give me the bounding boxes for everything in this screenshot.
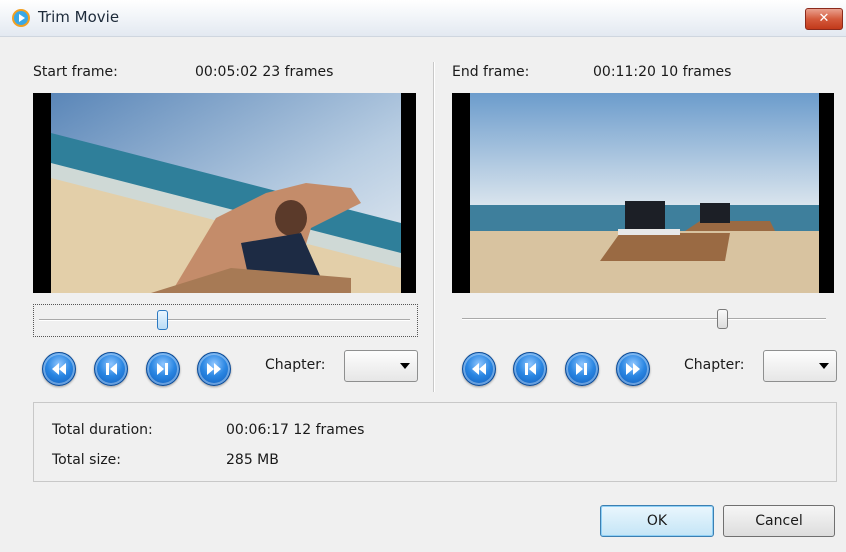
total-size-label: Total size:: [52, 452, 122, 468]
previous-frame-icon: [525, 363, 536, 375]
start-previous-frame-button[interactable]: [94, 352, 128, 386]
end-next-chapter-button[interactable]: [616, 352, 650, 386]
chevron-down-icon: [400, 363, 410, 369]
previous-chapter-icon: [52, 363, 66, 375]
start-slider-thumb[interactable]: [157, 310, 168, 330]
close-icon: ✕: [818, 11, 830, 26]
end-chapter-dropdown[interactable]: [763, 350, 837, 382]
end-previous-chapter-button[interactable]: [462, 352, 496, 386]
next-chapter-icon: [207, 363, 221, 375]
chevron-down-icon: [819, 363, 829, 369]
end-next-frame-button[interactable]: [565, 352, 599, 386]
start-slider[interactable]: [33, 304, 418, 337]
previous-frame-icon: [106, 363, 117, 375]
end-slider-thumb[interactable]: [717, 309, 728, 329]
end-frame-label: End frame:: [452, 64, 530, 80]
ok-button[interactable]: OK: [600, 505, 714, 537]
total-size-value: 285 MB: [226, 452, 279, 468]
start-next-frame-button[interactable]: [146, 352, 180, 386]
start-next-chapter-button[interactable]: [197, 352, 231, 386]
start-frame-time: 00:05:02 23 frames: [195, 64, 334, 80]
next-frame-icon: [576, 363, 587, 375]
start-previous-chapter-button[interactable]: [42, 352, 76, 386]
start-frame-preview: [33, 93, 416, 293]
close-button[interactable]: ✕: [805, 8, 843, 30]
summary-panel: Total duration: 00:06:17 12 frames Total…: [33, 402, 837, 482]
end-chapter-label: Chapter:: [684, 357, 745, 373]
section-divider: [433, 62, 434, 392]
title-bar: Trim Movie ✕: [0, 0, 846, 37]
end-frame-preview: [452, 93, 834, 293]
cancel-button[interactable]: Cancel: [723, 505, 835, 537]
start-slider-track: [39, 319, 410, 321]
previous-chapter-icon: [472, 363, 486, 375]
end-slider-track: [462, 318, 826, 320]
end-previous-frame-button[interactable]: [513, 352, 547, 386]
start-chapter-label: Chapter:: [265, 357, 326, 373]
total-duration-value: 00:06:17 12 frames: [226, 422, 365, 438]
end-frame-time: 00:11:20 10 frames: [593, 64, 732, 80]
start-chapter-dropdown[interactable]: [344, 350, 418, 382]
next-frame-icon: [157, 363, 168, 375]
window-title: Trim Movie: [38, 8, 120, 26]
total-duration-label: Total duration:: [52, 422, 153, 438]
start-frame-label: Start frame:: [33, 64, 118, 80]
next-chapter-icon: [626, 363, 640, 375]
end-slider[interactable]: [456, 304, 832, 335]
wmp-icon: [12, 9, 30, 27]
